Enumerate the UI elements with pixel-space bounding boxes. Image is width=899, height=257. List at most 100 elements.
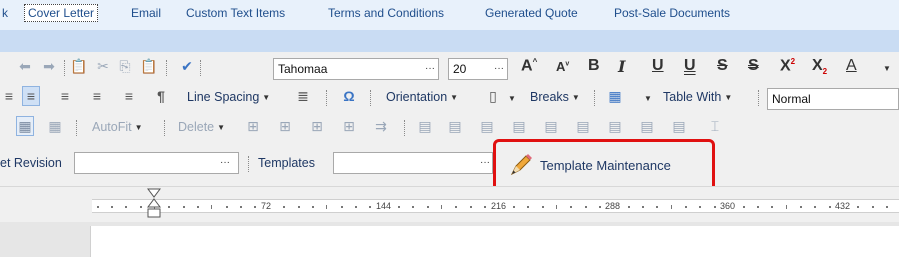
- ruler-label: 72: [261, 201, 272, 211]
- ruler-tick: [814, 206, 816, 208]
- tab-cover-letter[interactable]: Cover Letter: [24, 4, 99, 22]
- font-color-icon[interactable]: A: [846, 57, 857, 75]
- separator: [594, 90, 595, 106]
- templates-field[interactable]: [333, 152, 493, 174]
- ruler-tick: [183, 206, 185, 208]
- ruler-tick: [355, 206, 357, 208]
- insert-row-above-icon[interactable]: ⊞: [244, 116, 262, 136]
- tab-terms-and-conditions[interactable]: Terms and Conditions: [328, 6, 444, 20]
- cell-align-top-center-icon[interactable]: ▤: [446, 116, 464, 136]
- autofit-dropdown[interactable]: AutoFit ▼: [92, 116, 143, 138]
- cell-align-middle-right-icon[interactable]: ▤: [574, 116, 592, 136]
- separator: [370, 90, 371, 106]
- ruler-tick: [427, 206, 429, 208]
- ruler-tick: [599, 206, 601, 208]
- ruler-tick: [312, 206, 314, 208]
- copy-icon[interactable]: ⎘: [116, 56, 134, 76]
- cell-align-middle-left-icon[interactable]: ▤: [510, 116, 528, 136]
- superscript-icon[interactable]: X2: [780, 57, 795, 75]
- indent-marker-icon[interactable]: [146, 187, 162, 223]
- table-width-dropdown[interactable]: Table With ▼: [663, 86, 732, 108]
- separator: [404, 120, 405, 136]
- font-name-ellipsis[interactable]: ···: [425, 63, 435, 74]
- insert-row-below-icon[interactable]: ⊞: [276, 116, 294, 136]
- font-name-field[interactable]: Tahomaa: [273, 58, 439, 80]
- ruler-tick: [455, 206, 457, 208]
- italic-icon[interactable]: I: [618, 57, 625, 76]
- grow-font-icon[interactable]: A^: [521, 57, 537, 75]
- font-size-ellipsis[interactable]: ···: [494, 63, 504, 74]
- double-strikethrough-icon[interactable]: S: [748, 57, 759, 75]
- underline-icon[interactable]: U: [652, 57, 664, 75]
- cell-align-middle-center-icon[interactable]: ▤: [542, 116, 560, 136]
- paste-icon[interactable]: 📋: [70, 56, 88, 76]
- ruler-tick: [857, 206, 859, 208]
- paste-special-icon[interactable]: 📋: [140, 56, 158, 76]
- revision-ellipsis[interactable]: ···: [220, 157, 230, 168]
- ruler-tick: [211, 205, 212, 209]
- insert-column-right-icon[interactable]: ⊞: [340, 116, 358, 136]
- page-size-icon[interactable]: ▯: [484, 86, 502, 106]
- ruler-tick: [111, 206, 113, 208]
- align-left-icon[interactable]: ≡: [22, 86, 40, 106]
- ruler-tick: [556, 205, 557, 209]
- tab-custom-text-items[interactable]: Custom Text Items: [186, 6, 285, 20]
- undo-icon[interactable]: ⬅: [16, 56, 34, 76]
- delete-dropdown[interactable]: Delete ▼: [178, 116, 225, 138]
- templates-ellipsis[interactable]: ···: [480, 157, 490, 168]
- table-grid-icon[interactable]: ▦: [16, 116, 34, 136]
- revision-field[interactable]: [74, 152, 239, 174]
- tab-post-sale-documents[interactable]: Post-Sale Documents: [614, 6, 730, 20]
- shrink-font-icon[interactable]: Av: [556, 59, 569, 74]
- tab-email[interactable]: Email: [131, 6, 161, 20]
- insert-table-icon[interactable]: ▦: [606, 86, 624, 106]
- insert-column-left-icon[interactable]: ⊞: [308, 116, 326, 136]
- chevron-down-icon[interactable]: ▼: [883, 64, 891, 73]
- style-field[interactable]: Normal: [767, 88, 899, 110]
- ruler-label: 288: [605, 201, 621, 211]
- paragraph-spacing-icon[interactable]: ≣: [294, 86, 312, 106]
- paragraph-mark-icon[interactable]: ¶: [152, 86, 170, 106]
- cell-align-top-left-icon[interactable]: ▤: [416, 116, 434, 136]
- chevron-down-icon[interactable]: ▼: [644, 94, 652, 103]
- align-right-icon[interactable]: ≡: [88, 86, 106, 106]
- symbol-omega-icon[interactable]: Ω: [340, 86, 358, 106]
- ruler-tick: [886, 206, 888, 208]
- ruler-tick: [656, 206, 658, 208]
- cell-align-bottom-right-icon[interactable]: ▤: [670, 116, 688, 136]
- separator: [164, 120, 165, 136]
- tab-partial[interactable]: k: [2, 6, 8, 20]
- ruler-tick: [97, 206, 99, 208]
- orientation-dropdown[interactable]: Orientation ▼: [386, 86, 458, 108]
- table-anchor-icon[interactable]: ⌶: [706, 116, 724, 136]
- chevron-down-icon: ▼: [571, 92, 580, 102]
- spellcheck-icon[interactable]: ✔: [178, 56, 196, 76]
- document-page[interactable]: [90, 226, 899, 257]
- cell-align-top-right-icon[interactable]: ▤: [478, 116, 496, 136]
- tab-generated-quote[interactable]: Generated Quote: [485, 6, 578, 20]
- chevron-down-icon[interactable]: ▼: [508, 94, 516, 103]
- line-spacing-label: Line Spacing: [187, 90, 260, 104]
- ruler-tick: [699, 206, 701, 208]
- cell-align-bottom-left-icon[interactable]: ▤: [606, 116, 624, 136]
- align-center-icon[interactable]: ≡: [56, 86, 74, 106]
- line-spacing-dropdown[interactable]: Line Spacing ▼: [187, 86, 270, 108]
- align-justify-partial-icon[interactable]: ≡: [0, 86, 18, 106]
- justify-icon[interactable]: ≡: [120, 86, 138, 106]
- merge-cells-icon[interactable]: ⇉: [372, 116, 390, 136]
- cut-icon[interactable]: ✂: [94, 56, 112, 76]
- separator: [248, 156, 249, 172]
- redo-icon[interactable]: ➡: [40, 56, 58, 76]
- double-underline-icon[interactable]: U: [684, 57, 696, 75]
- ruler-tick: [800, 206, 802, 208]
- strikethrough-icon[interactable]: S: [717, 57, 728, 75]
- bold-icon[interactable]: B: [588, 57, 600, 75]
- subscript-icon[interactable]: X2: [812, 57, 827, 76]
- ruler-tick: [570, 206, 572, 208]
- breaks-dropdown[interactable]: Breaks ▼: [530, 86, 580, 108]
- table-properties-icon[interactable]: ▦: [46, 116, 64, 136]
- cell-align-bottom-center-icon[interactable]: ▤: [638, 116, 656, 136]
- ruler-tick: [341, 206, 343, 208]
- ruler-tick: [829, 206, 831, 208]
- revision-label: et Revision: [0, 156, 62, 170]
